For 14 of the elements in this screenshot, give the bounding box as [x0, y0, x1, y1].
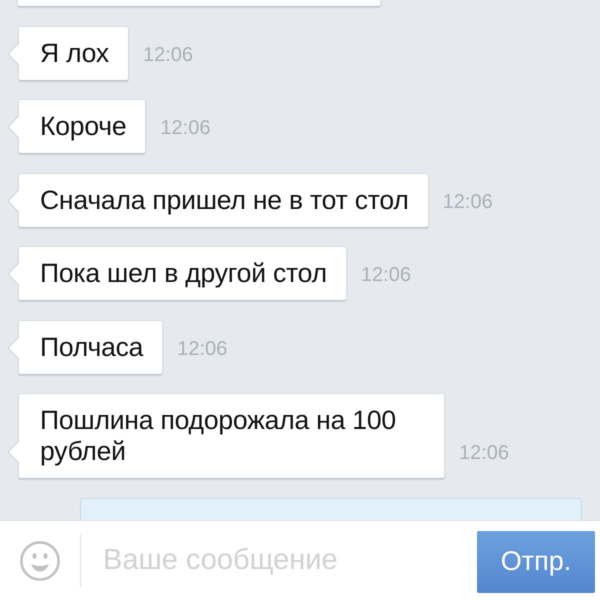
- message-time: 12:06: [442, 190, 493, 214]
- message-bubble: Пошлина подорожала на 100 рублей: [18, 393, 445, 479]
- message-time: 12:06: [459, 441, 510, 465]
- message-time: 12:06: [177, 336, 228, 360]
- send-button[interactable]: Отпр.: [477, 530, 595, 592]
- smiley-icon[interactable]: [20, 540, 60, 580]
- message-bubble: Полчаса: [18, 320, 164, 374]
- message-bubble: Пока шел в другой стол: [18, 246, 347, 301]
- message-time: 12:06: [160, 116, 210, 140]
- message-bubble: Короче: [18, 99, 146, 154]
- message-time: 12:06: [360, 263, 411, 287]
- message-time: 12:06: [142, 42, 194, 66]
- message-bubble: Сначала пришел не в тот стол: [18, 172, 429, 228]
- message-bubble: Я лох: [18, 26, 129, 80]
